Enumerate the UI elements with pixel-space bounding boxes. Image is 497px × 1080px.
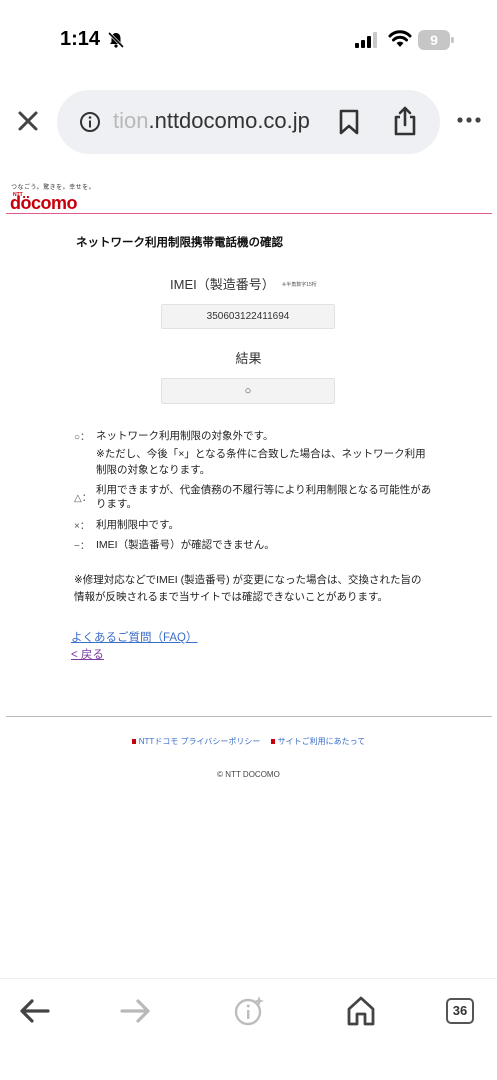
url-domain: .nttdocomo.co.jp [148, 108, 310, 133]
imei-note: ※半角数字15桁 [282, 282, 317, 288]
imei-change-notice: ※修理対応などでIMEI (製造番号) が変更になった場合は、交換された旨の情報… [74, 574, 422, 603]
back-link[interactable]: < 戻る [71, 646, 104, 662]
legend-note: ※ただし、今後「×」となる条件に合致した場合は、ネットワーク利用制限の対象となり… [96, 448, 426, 476]
result-label: 結果 [235, 351, 262, 366]
legend-symbol-dash: −： [74, 541, 90, 552]
forward-arrow-icon[interactable] [118, 994, 152, 1028]
address-bar[interactable]: tion.nttdocomo.co.jp [57, 90, 440, 154]
privacy-policy-label: NTTドコモ プライバシーポリシー [138, 737, 261, 746]
legend-text-ok: ネットワーク利用制限の対象外です。 [96, 430, 274, 442]
docomo-logo-ntt: NTT [13, 192, 23, 198]
url-text[interactable]: tion.nttdocomo.co.jp [113, 108, 325, 134]
legend-text-triangle: 利用できますが、代金債務の不履行等により利用制限となる可能性があります。 [96, 484, 432, 510]
page-insights-icon[interactable] [232, 994, 266, 1028]
close-icon[interactable] [14, 107, 42, 135]
imei-value-field: 350603122411694 [161, 304, 335, 329]
privacy-policy-link[interactable]: NTTドコモ プライバシーポリシー [131, 737, 261, 746]
link-marker-icon [270, 739, 275, 745]
legend-symbol-cross: ×： [74, 521, 90, 532]
url-faded-part: tion [113, 108, 149, 133]
faq-link[interactable]: よくあるご質問（FAQ） [71, 629, 198, 645]
site-terms-link[interactable]: サイトご利用にあたって [270, 737, 366, 746]
footer-divider [6, 716, 492, 717]
info-icon[interactable] [79, 111, 101, 133]
imei-label: IMEI（製造番号） [170, 277, 275, 292]
tab-switcher-button[interactable]: 36 [445, 994, 479, 1028]
back-arrow-icon[interactable] [18, 994, 52, 1028]
page-title: ネットワーク利用制限携帯電話機の確認 [76, 237, 283, 249]
copyright: © NTT DOCOMO [217, 770, 280, 779]
share-icon[interactable] [392, 105, 418, 137]
legend-symbol-circle: ○： [74, 432, 91, 443]
legend-text-cross: 利用制限中です。 [96, 519, 179, 531]
header-divider [6, 213, 492, 214]
battery-level: 9 [430, 32, 438, 48]
docomo-tagline: つなごう。驚きを。幸せを。 [11, 185, 96, 191]
result-value-field: ○ [161, 378, 335, 404]
status-bar: 1:14 9 [0, 0, 497, 80]
bell-muted-icon [107, 31, 125, 49]
home-icon[interactable] [344, 994, 378, 1028]
status-time: 1:14 [60, 28, 101, 50]
legend-symbol-triangle: △： [74, 493, 92, 504]
site-terms-label: サイトご利用にあたって [277, 737, 366, 746]
cellular-signal-icon [355, 32, 377, 48]
wifi-icon [388, 30, 412, 47]
footer-links: NTTドコモ プライバシーポリシー サイトご利用にあたって [0, 736, 497, 747]
legend-text-dash: IMEI（製造番号）が確認できません。 [96, 539, 275, 551]
more-options-icon[interactable] [455, 112, 483, 128]
bookmark-icon[interactable] [338, 109, 360, 135]
battery-indicator: 9 [418, 30, 454, 50]
tab-count: 36 [446, 998, 474, 1024]
link-marker-icon [131, 739, 136, 745]
browser-toolbar: 36 [0, 978, 497, 1080]
